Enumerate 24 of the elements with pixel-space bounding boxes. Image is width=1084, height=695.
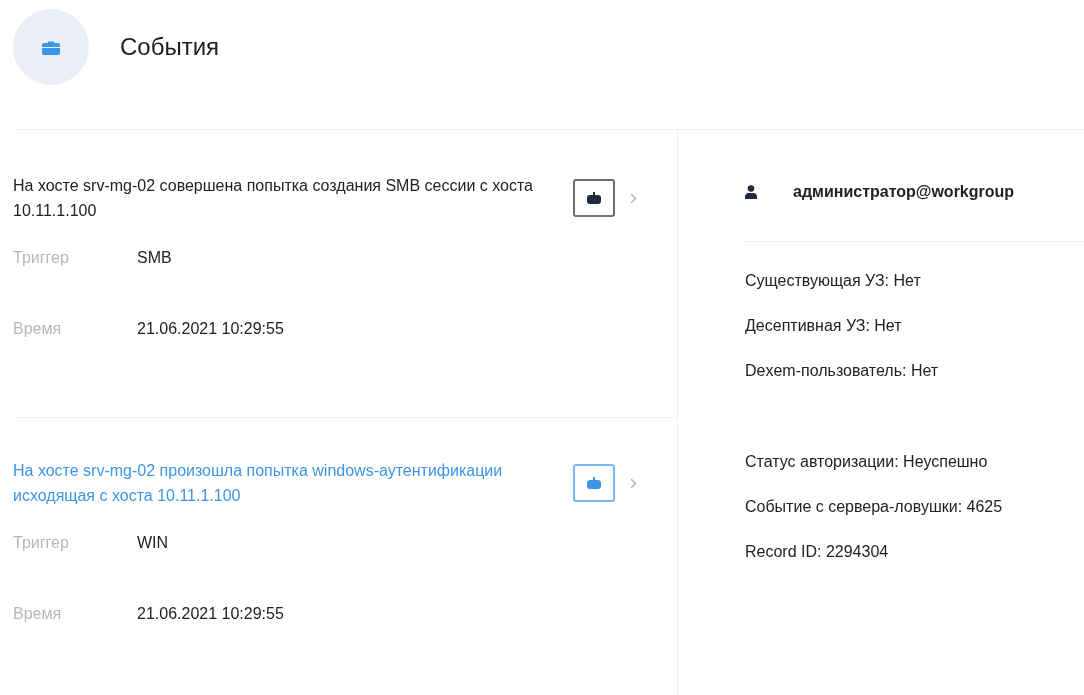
field-value: SMB: [137, 249, 172, 267]
chevron-icon[interactable]: [630, 477, 637, 489]
field-label: Триггер: [13, 249, 70, 267]
robot-icon: [587, 192, 601, 204]
page-title: События: [120, 33, 220, 61]
user-name: администратор@workgroup: [793, 183, 1015, 201]
detail-text: Событие с сервера-ловушки: 4625: [745, 498, 1004, 517]
chevron-icon[interactable]: [630, 192, 637, 204]
robot-button[interactable]: [573, 179, 615, 217]
field-label: Триггер: [13, 534, 70, 552]
field-value: 21.06.2021 10:29:55: [137, 605, 284, 623]
user-icon: [745, 185, 757, 199]
field-value: WIN: [137, 534, 169, 552]
detail-text: Десептивная УЗ: Нет: [745, 317, 903, 336]
robot-icon: [587, 477, 601, 489]
event-title[interactable]: На хосте srv-mg-02 совершена попытка создания SMB сессии с хоста 10.11.1.100: [13, 173, 553, 223]
detail-text: Существующая УЗ: Нет: [745, 272, 922, 291]
field-label: Время: [13, 605, 63, 623]
briefcase-icon: [42, 39, 60, 55]
field-value: 21.06.2021 10:29:55: [137, 320, 284, 338]
detail-text: Dexem-пользователь: Нет: [745, 362, 940, 381]
detail-text: Статус авторизации: Неуспешно: [745, 453, 989, 472]
field-label: Время: [13, 320, 63, 338]
detail-text: Record ID: 2294304: [745, 543, 890, 562]
